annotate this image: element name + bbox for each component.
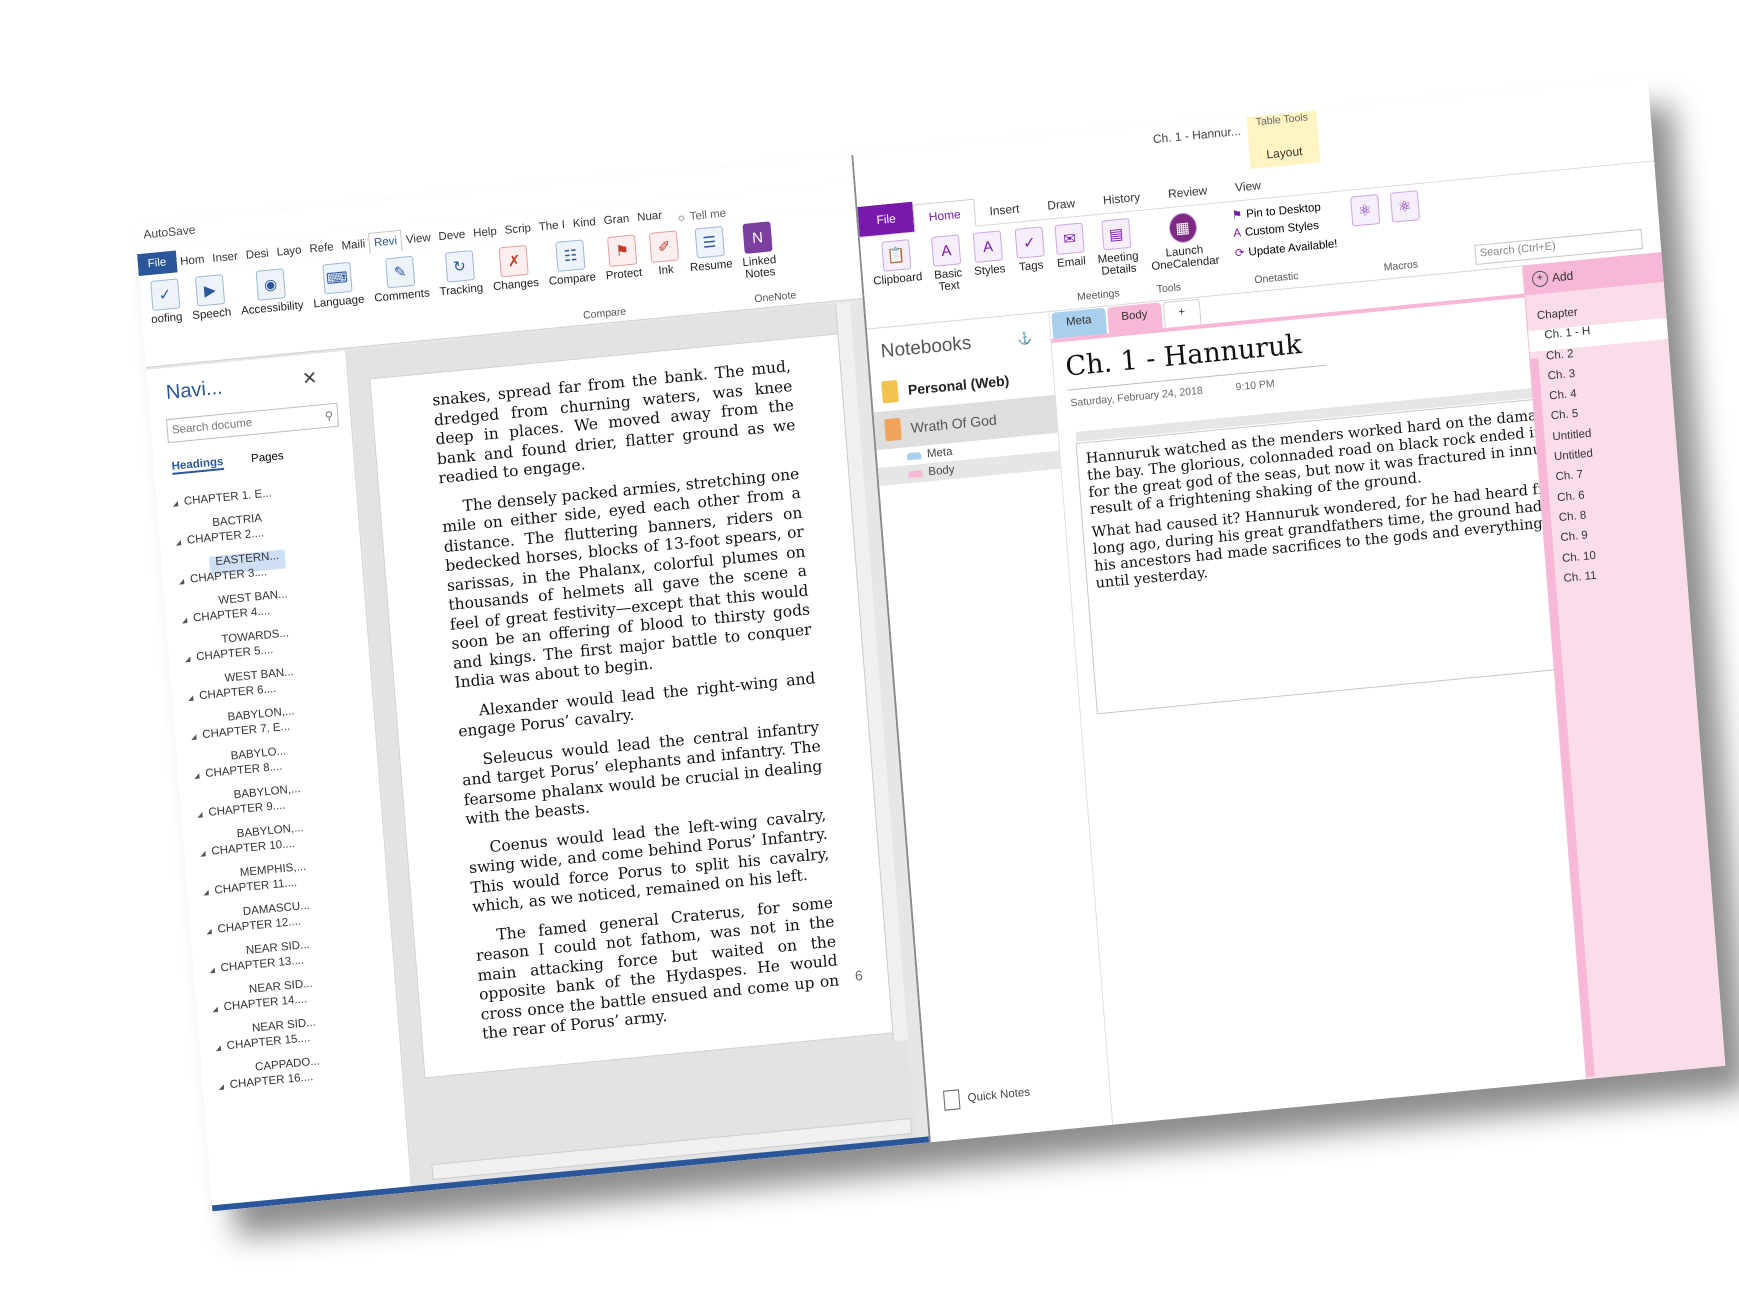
proofing-button[interactable]: ✓ oofing: [148, 278, 183, 326]
word-tab-insert[interactable]: Inser: [208, 246, 243, 269]
document-paragraph[interactable]: The densely packed armies, stretching on…: [440, 464, 814, 693]
group-label-tools: Tools: [1156, 281, 1182, 296]
page-canvas: Meta Body + Ch. 1 - Hannuruk Saturday, F…: [1049, 267, 1664, 1125]
meeting-icon: ▤: [1101, 217, 1132, 251]
update-icon: ⟳: [1234, 247, 1246, 260]
tags-button[interactable]: ✓ Tags: [1014, 226, 1049, 313]
table-tools-label: Table Tools: [1255, 111, 1309, 129]
page-time: 9:10 PM: [1235, 377, 1276, 394]
language-button[interactable]: ⌨ Language: [310, 261, 365, 311]
group-label-compare: Compare: [582, 305, 627, 322]
styles-icon: A: [972, 230, 1004, 263]
page-icon: [943, 1089, 961, 1111]
word-tab-grammar[interactable]: Gran: [599, 209, 634, 232]
add-section-button[interactable]: +: [1162, 298, 1202, 329]
pin-to-desktop-button[interactable]: ⚑ Pin to Desktop: [1231, 198, 1335, 223]
document-area: snakes, spread far from the bank. The mu…: [347, 302, 917, 1193]
email-icon: ✉: [1054, 222, 1085, 256]
lock-document-icon: ⚑: [607, 234, 638, 267]
contextual-tab-group: Table Tools Layout: [1246, 110, 1321, 170]
document-page[interactable]: snakes, spread far from the bank. The mu…: [369, 332, 905, 1079]
lightbulb-icon: ☼: [675, 211, 691, 225]
word-tab-view[interactable]: View: [401, 228, 435, 251]
onenote-window: Ch. 1 - Hannur... Table Tools Layout Fil…: [853, 78, 1726, 1143]
track-changes-icon: ↻: [444, 250, 475, 283]
close-icon[interactable]: ✕: [301, 368, 318, 390]
page-list: Chapter Ch. 1 - H Ch. 2 Ch. 3 Ch. 4 Ch. 5 Unti…: [1527, 298, 1689, 595]
accessibility-button[interactable]: ◉ Accessibility: [238, 267, 304, 317]
font-icon: A: [931, 234, 962, 267]
word-tab-kind[interactable]: Kind: [568, 212, 600, 235]
search-icon[interactable]: ⚲: [324, 408, 333, 423]
protect-button[interactable]: ⚑ Protect: [603, 234, 643, 282]
calendar-icon: ▦: [1167, 211, 1198, 245]
tracking-button[interactable]: ↻ Tracking: [437, 249, 484, 298]
page-number: 6: [854, 966, 864, 984]
clipboard-button[interactable]: 📋 Clipboard: [870, 238, 926, 327]
pin-pane-icon[interactable]: ⚓: [1017, 331, 1033, 346]
word-tab-design[interactable]: Desi: [241, 243, 273, 266]
window-title: Ch. 1 - Hannur...: [1152, 123, 1242, 147]
section-tab-icon: [906, 451, 922, 460]
word-tab-references[interactable]: Refe: [305, 237, 339, 260]
language-icon: ⌨: [321, 261, 353, 295]
comments-button[interactable]: ✎ Comments: [371, 254, 430, 305]
tab-layout[interactable]: Layout: [1249, 142, 1320, 163]
document-paragraph[interactable]: The famed general Craterus, for some rea…: [474, 893, 842, 1044]
word-tab-developer[interactable]: Deve: [434, 224, 470, 247]
onenote-tab-draw[interactable]: Draw: [1032, 189, 1090, 220]
accept-changes-icon: ✗: [499, 244, 530, 278]
compare-button[interactable]: ☷ Compare: [546, 238, 596, 288]
word-tab-the[interactable]: The I: [534, 215, 570, 238]
word-tab-nuance[interactable]: Nuar: [632, 205, 666, 228]
macro-icon: ⚛: [1389, 190, 1420, 223]
section-tab-icon: [908, 469, 923, 478]
word-tab-home[interactable]: Hom: [176, 249, 210, 272]
notebook-icon: [884, 417, 902, 442]
accessibility-icon: ◉: [255, 268, 286, 301]
add-icon: +: [1531, 270, 1549, 288]
word-tab-review[interactable]: Revi: [368, 229, 403, 254]
resume-assistant-icon: ☰: [694, 225, 725, 259]
comment-icon: ✎: [385, 255, 416, 289]
note-container[interactable]: Hannuruk watched as the menders worked h…: [1075, 387, 1609, 715]
basic-text-button[interactable]: A Basic Text: [931, 234, 966, 321]
linked-notes-button[interactable]: N Linked Notes: [740, 221, 778, 281]
compare-icon: ☷: [555, 239, 586, 272]
macro-icon: ⚛: [1349, 194, 1381, 227]
custom-styles-icon: A: [1232, 227, 1242, 241]
onenote-icon: N: [742, 221, 773, 254]
onenote-tab-file[interactable]: File: [857, 201, 915, 237]
group-label-onenote: OneNote: [753, 289, 797, 306]
word-tab-mailings[interactable]: Maili: [337, 234, 370, 257]
word-window: AutoSave File Hom Inser Desi Layo Refe M…: [134, 155, 932, 1212]
read-aloud-icon: ▶: [194, 274, 226, 307]
styles-button[interactable]: A Styles: [971, 230, 1009, 318]
quick-notes[interactable]: Quick Notes: [943, 1083, 1031, 1111]
speech-button[interactable]: ▶ Speech: [189, 274, 232, 322]
document-body[interactable]: snakes, spread far from the bank. The mu…: [371, 333, 902, 1050]
word-tab-help[interactable]: Help: [469, 221, 502, 244]
pin-icon: ⚑: [1231, 209, 1243, 223]
word-tab-file[interactable]: File: [137, 250, 178, 277]
changes-button[interactable]: ✗ Changes: [490, 244, 539, 293]
ink-button[interactable]: ✐ Ink: [649, 230, 680, 278]
update-available-button[interactable]: ⟳ Update Available!: [1234, 236, 1338, 260]
word-tab-layout[interactable]: Layo: [272, 240, 306, 263]
onenote-tab-view[interactable]: View: [1220, 171, 1276, 202]
tag-icon: ✓: [1014, 226, 1045, 259]
clipboard-icon: 📋: [880, 239, 912, 272]
word-tab-script[interactable]: Scrip: [500, 218, 536, 241]
resume-button[interactable]: ☰ Resume: [687, 225, 733, 274]
macro-button-1[interactable]: ⚛: [1349, 194, 1385, 281]
screenshot-frame: AutoSave File Hom Inser Desi Layo Refe M…: [134, 78, 1726, 1212]
spelling-check-icon: ✓: [149, 278, 181, 312]
ink-pen-icon: ✐: [649, 230, 680, 263]
notebook-icon: [881, 379, 899, 404]
autosave-label[interactable]: AutoSave: [143, 223, 196, 242]
